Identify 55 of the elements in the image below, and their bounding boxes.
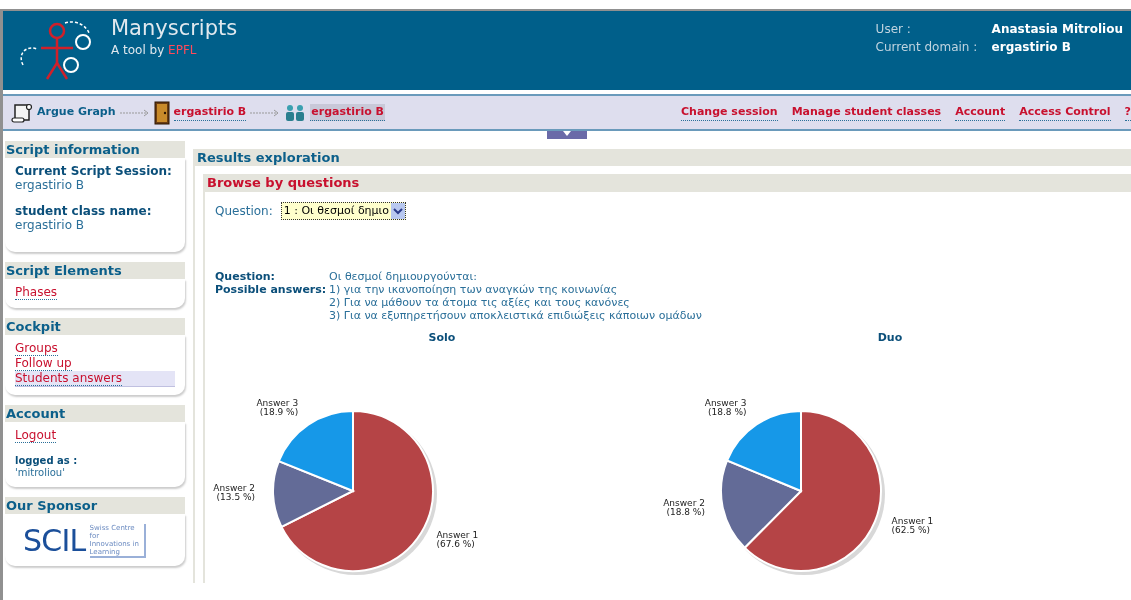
answer-option: 3) Για να εξυπηρετήσουν αποκλειστικά επιδιώξεις κάποιων ομάδων bbox=[329, 309, 1131, 322]
username: 'mitroliou' bbox=[15, 467, 66, 479]
breadcrumb-link[interactable]: Argue Graph bbox=[37, 104, 116, 121]
people-icon bbox=[284, 103, 307, 122]
user-label: User : bbox=[875, 22, 912, 36]
slice-label: Answer 2 (18.8 %) bbox=[663, 497, 705, 517]
slice-label: Answer 3 (18.8 %) bbox=[704, 397, 747, 417]
door-icon bbox=[153, 100, 170, 125]
sidebar-link[interactable]: Phases bbox=[15, 285, 175, 300]
app-title: Manyscripts bbox=[111, 15, 238, 41]
arrow-icon bbox=[119, 108, 150, 117]
slice-label: Answer 1 (62.5 %) bbox=[891, 515, 934, 535]
collapse-tab[interactable] bbox=[547, 131, 587, 139]
sidebar-link[interactable]: Students answers bbox=[15, 371, 175, 387]
nav-link[interactable]: Account bbox=[955, 103, 1006, 122]
sidebar-heading: Our Sponsor bbox=[5, 497, 185, 514]
main-heading: Results exploration bbox=[193, 149, 1131, 166]
nav-link[interactable]: Access Control bbox=[1019, 103, 1111, 122]
slice-label: Answer 3 (18.9 %) bbox=[256, 397, 299, 417]
breadcrumb-link[interactable]: ergastirio B bbox=[310, 103, 385, 122]
question-select-label: Question: bbox=[215, 203, 273, 220]
sidebar-link[interactable]: Groups bbox=[15, 341, 175, 356]
sidebar-heading: Account bbox=[5, 405, 185, 422]
nav-link[interactable]: Manage student classes bbox=[791, 103, 942, 122]
slice-label: Answer 2 (13.5 %) bbox=[213, 482, 256, 502]
nav-link[interactable]: Change session bbox=[681, 103, 778, 122]
breadcrumb-link[interactable]: ergastirio B bbox=[173, 103, 247, 122]
question-text: Οι θεσμοί δημιουργούνται: bbox=[329, 270, 479, 283]
user-name: Anastasia Mitroliou bbox=[991, 22, 1123, 36]
chart-title: Duo bbox=[877, 330, 903, 346]
nav-link[interactable]: ? bbox=[1124, 103, 1131, 122]
sidebar-heading: Script Elements bbox=[5, 262, 185, 279]
answers-label: Possible answers: bbox=[215, 283, 328, 298]
sidebar-heading: Script information bbox=[5, 141, 185, 158]
slice-label: Answer 1 (67.6 %) bbox=[436, 529, 479, 549]
domain-label: Current domain : bbox=[875, 40, 979, 54]
info-label: student class name: bbox=[15, 204, 153, 218]
answer-option: 1) για την ικανοποίηση των αναγκών της κοινωνίας bbox=[329, 283, 1131, 296]
dropdown-icon bbox=[391, 203, 406, 219]
sidebar-link[interactable]: Logout bbox=[15, 428, 175, 443]
info-value: ergastirio B bbox=[15, 178, 86, 192]
chart-title: Solo bbox=[428, 330, 456, 346]
question-select[interactable]: 1 : Οι θεσμοί δημιο bbox=[280, 202, 407, 220]
scroll-icon bbox=[11, 102, 33, 123]
sponsor-logo-text: SCIL bbox=[23, 525, 86, 557]
logged-as-label: logged as : bbox=[15, 455, 79, 467]
info-label: Current Script Session: bbox=[15, 164, 173, 178]
sidebar-heading: Cockpit bbox=[5, 318, 185, 335]
arrow-icon bbox=[250, 108, 281, 117]
answer-option: 2) Για να μάθουν τα άτομα τις αξίες και τους κανόνες bbox=[329, 296, 1131, 309]
app-tagline: A tool by EPFL bbox=[111, 42, 198, 59]
domain-name: ergastirio B bbox=[991, 40, 1072, 54]
info-value: ergastirio B bbox=[15, 218, 86, 232]
section-heading: Browse by questions bbox=[203, 174, 1131, 192]
question-label: Question: bbox=[215, 270, 276, 283]
